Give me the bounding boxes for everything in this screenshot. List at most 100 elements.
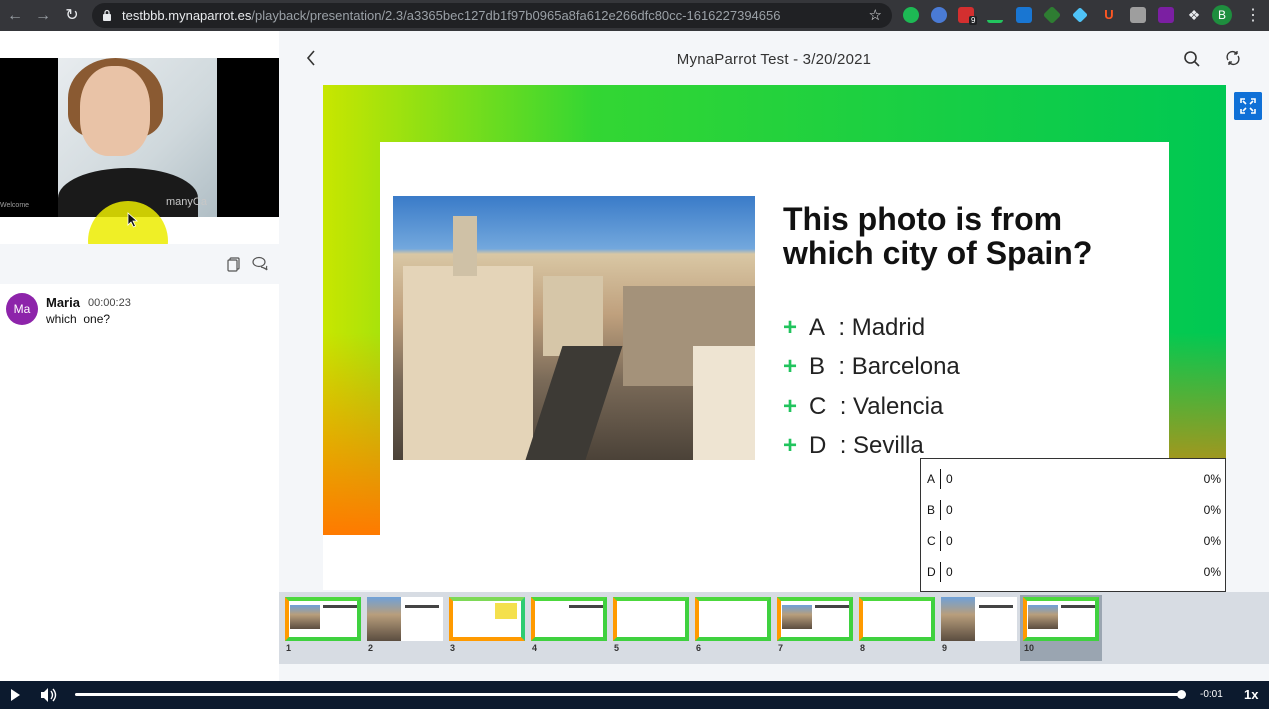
thumbnail-text-line <box>1061 605 1095 608</box>
poll-row: C 0 0% <box>921 528 1225 554</box>
slide-thumbnail-image <box>695 597 771 641</box>
search-icon[interactable] <box>1183 50 1201 68</box>
poll-letter: A <box>927 472 936 486</box>
poll-bar <box>940 562 941 582</box>
slide-option-b: + B : Barcelona <box>783 353 960 380</box>
video-caption: Welcome <box>0 202 30 209</box>
back-arrow-icon[interactable]: ← <box>5 6 25 26</box>
photo-building <box>693 346 755 460</box>
browser-menu-icon[interactable]: ⋮ <box>1245 5 1261 25</box>
photo-building <box>543 276 603 356</box>
poll-letter: C <box>927 534 936 548</box>
swap-layout-icon[interactable] <box>1225 50 1241 66</box>
chat-toolbar <box>0 244 279 284</box>
slide-thumbnail[interactable]: 8 <box>856 595 938 661</box>
slide-thumbnail-image <box>613 597 689 641</box>
photo-building <box>403 266 533 460</box>
volume-icon[interactable] <box>40 687 58 703</box>
slide-thumbnail-image <box>777 597 853 641</box>
slide-thumbnail-image <box>531 597 607 641</box>
slide-option-d: + D : Sevilla <box>783 432 924 459</box>
option-letter: C <box>809 393 827 420</box>
extension-onenote-icon[interactable] <box>1158 7 1174 23</box>
slide-option-c: + C : Valencia <box>783 393 944 420</box>
slide-thumbnail[interactable]: 7 <box>774 595 856 661</box>
thumbnail-frame <box>859 597 935 641</box>
thumbnail-text-line <box>405 605 439 608</box>
poll-count: 0 <box>946 472 953 486</box>
thumbnail-frame <box>531 597 607 641</box>
poll-percent: 0% <box>1203 534 1221 548</box>
poll-bar <box>940 469 941 489</box>
progress-track[interactable] <box>75 693 1182 696</box>
copy-chat-icon[interactable] <box>226 256 242 272</box>
extensions-puzzle-icon[interactable]: ❖ <box>1186 7 1202 23</box>
option-letter: D <box>809 432 827 459</box>
slide-thumbnail-image <box>859 597 935 641</box>
option-text: Madrid <box>851 314 926 341</box>
extension-grammarly-icon[interactable] <box>903 7 919 23</box>
slide-thumbnail-number: 5 <box>614 643 620 653</box>
fullscreen-icon[interactable] <box>1234 92 1262 120</box>
extension-lines-icon[interactable] <box>987 7 1003 23</box>
slide-thumbnail-number: 3 <box>450 643 456 653</box>
poll-percent: 0% <box>1203 565 1221 579</box>
slide-thumbnail[interactable]: 3 <box>446 595 528 661</box>
extension-camera-icon[interactable] <box>1130 7 1146 23</box>
slide-thumbnail-image <box>285 597 361 641</box>
thumbnail-text-line <box>569 605 603 608</box>
slide-thumbnail[interactable]: 1 <box>282 595 364 661</box>
reload-icon[interactable]: ↻ <box>62 6 82 26</box>
progress-handle[interactable] <box>1176 690 1186 699</box>
poll-row: D 0 0% <box>921 559 1225 585</box>
presenter-photo: manyCa <box>58 58 217 217</box>
slide-thumbnail[interactable]: 9 <box>938 595 1020 661</box>
option-text: Barcelona <box>851 353 960 380</box>
slide-thumbnail-number: 6 <box>696 643 702 653</box>
chat-timestamp: 00:00:23 <box>88 297 131 309</box>
slide-thumbnail-number: 9 <box>942 643 948 653</box>
address-bar[interactable]: testbbb.mynaparrot.es/playback/presentat… <box>92 3 892 28</box>
playback-controls: -0:01 1x <box>0 681 1269 709</box>
extension-compass-icon[interactable] <box>931 7 947 23</box>
chat-sender-name: Maria <box>46 295 80 310</box>
thumbnail-yellow-block <box>495 603 517 619</box>
extension-gem-icon[interactable] <box>1072 7 1088 23</box>
photo-tower <box>453 216 477 276</box>
thumbnail-photo <box>367 597 401 641</box>
option-letter: A <box>809 314 826 341</box>
poll-letter: B <box>927 503 936 517</box>
poll-percent: 0% <box>1203 503 1221 517</box>
lock-icon <box>103 9 111 21</box>
bookmark-star-icon[interactable]: ☆ <box>869 6 882 24</box>
slide-thumbnail-number: 1 <box>286 643 292 653</box>
slide-thumbnail[interactable]: 5 <box>610 595 692 661</box>
forward-arrow-icon[interactable]: → <box>33 6 53 26</box>
extension-badge: 9 <box>969 16 978 25</box>
poll-count: 0 <box>946 565 953 579</box>
url-text: testbbb.mynaparrot.es/playback/presentat… <box>122 8 781 23</box>
poll-bar <box>940 531 941 551</box>
plus-icon: + <box>783 353 798 380</box>
extension-5-icon[interactable] <box>1016 7 1032 23</box>
browser-toolbar: ← → ↻ testbbb.mynaparrot.es/playback/pre… <box>0 0 1269 31</box>
option-text: Valencia <box>853 393 944 420</box>
playback-speed-button[interactable]: 1x <box>1244 687 1258 702</box>
profile-avatar[interactable]: B <box>1212 5 1232 25</box>
extension-diamond-icon[interactable] <box>1042 5 1062 25</box>
thumbnail-photo <box>941 597 975 641</box>
play-icon[interactable] <box>9 688 21 702</box>
slide-thumbnail[interactable]: 10 <box>1020 595 1102 661</box>
option-letter: B <box>809 353 826 380</box>
video-watermark: manyCa <box>166 196 207 208</box>
slide-thumbnail[interactable]: 4 <box>528 595 610 661</box>
poll-results: A 0 0% B 0 0% C 0 0% D 0 0% <box>920 458 1226 592</box>
slide-thumbnail[interactable]: 6 <box>692 595 774 661</box>
option-text: Sevilla <box>853 432 924 459</box>
poll-bar <box>940 500 941 520</box>
presentation-pane: MynaParrot Test - 3/20/2021 This photo i… <box>279 31 1269 681</box>
extension-u-icon[interactable]: U <box>1101 7 1117 23</box>
slide-thumbnail[interactable]: 2 <box>364 595 446 661</box>
chat-bubbles-icon[interactable] <box>252 256 268 272</box>
thumbnail-frame <box>695 597 771 641</box>
